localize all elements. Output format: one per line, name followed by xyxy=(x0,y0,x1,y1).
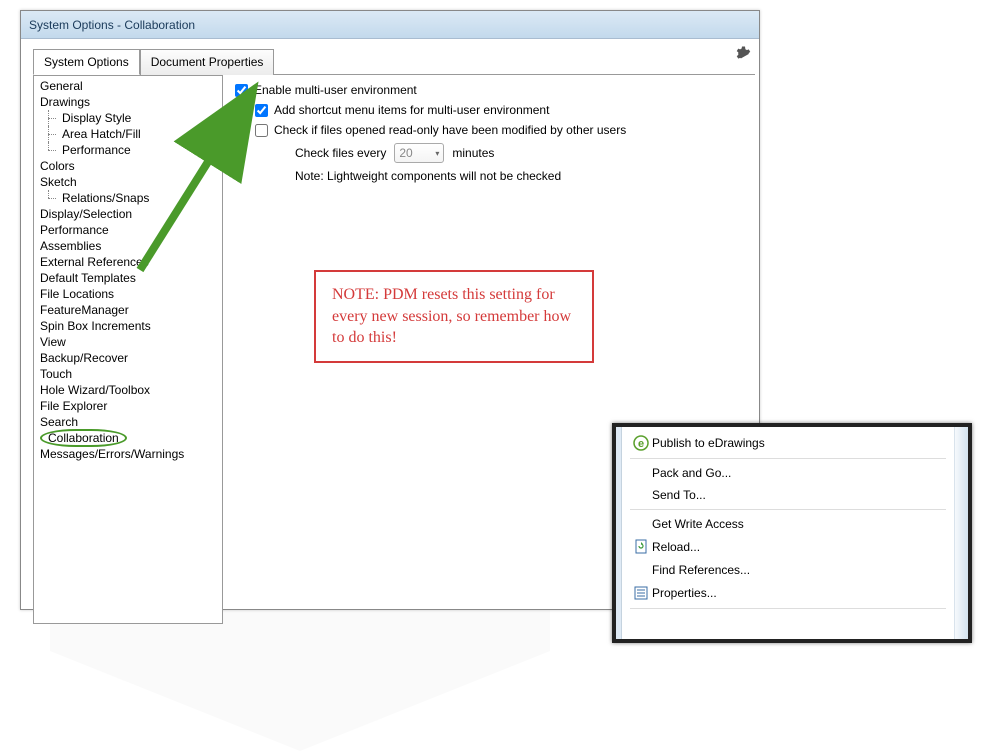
nav-item-spin-box[interactable]: Spin Box Increments xyxy=(34,318,222,334)
nav-item-default-templates[interactable]: Default Templates xyxy=(34,270,222,286)
tab-system-options[interactable]: System Options xyxy=(33,49,140,75)
reload-document-icon xyxy=(630,539,652,555)
nav-item-file-explorer[interactable]: File Explorer xyxy=(34,398,222,414)
label-check-readonly: Check if files opened read-only have bee… xyxy=(274,123,626,137)
menu-separator xyxy=(630,509,946,510)
nav-item-search[interactable]: Search xyxy=(34,414,222,430)
label-enable-multi-user: Enable multi-user environment xyxy=(254,83,417,97)
nav-item-sketch[interactable]: Sketch xyxy=(34,174,222,190)
nav-item-hole-wizard[interactable]: Hole Wizard/Toolbox xyxy=(34,382,222,398)
nav-item-relations-snaps[interactable]: Relations/Snaps xyxy=(34,190,222,206)
svg-text:e: e xyxy=(638,438,644,450)
nav-item-featuremanager[interactable]: FeatureManager xyxy=(34,302,222,318)
checkbox-check-readonly[interactable] xyxy=(255,124,268,137)
tab-row: System Options Document Properties xyxy=(33,49,759,75)
checkbox-enable-multi-user[interactable] xyxy=(235,84,248,97)
edrawings-icon: e xyxy=(630,435,652,451)
tab-document-properties[interactable]: Document Properties xyxy=(140,49,275,75)
menu-item-send-to[interactable]: Send To... xyxy=(622,484,954,506)
menu-item-pack-go[interactable]: Pack and Go... xyxy=(622,462,954,484)
nav-item-drawings[interactable]: Drawings xyxy=(34,94,222,110)
menu-item-reload[interactable]: Reload... xyxy=(622,535,954,559)
properties-icon xyxy=(630,585,652,601)
nav-item-general[interactable]: General xyxy=(34,78,222,94)
nav-item-view[interactable]: View xyxy=(34,334,222,350)
gear-icon[interactable] xyxy=(733,45,751,63)
label-check-every: Check files every xyxy=(295,146,386,160)
annotation-note: NOTE: PDM resets this setting for every … xyxy=(314,270,594,363)
menu-separator xyxy=(630,458,946,459)
label-add-shortcut: Add shortcut menu items for multi-user e… xyxy=(274,103,549,117)
nav-item-backup-recover[interactable]: Backup/Recover xyxy=(34,350,222,366)
nav-item-messages[interactable]: Messages/Errors/Warnings xyxy=(34,446,222,462)
popup-right-edge xyxy=(954,427,968,639)
nav-item-collaboration[interactable]: Collaboration xyxy=(34,430,222,446)
nav-item-performance[interactable]: Performance xyxy=(34,222,222,238)
context-menu-window: e Publish to eDrawings Pack and Go... Se… xyxy=(612,423,972,643)
nav-item-external-references[interactable]: External References xyxy=(34,254,222,270)
nav-item-performance-drawings[interactable]: Performance xyxy=(34,142,222,158)
nav-item-display-style[interactable]: Display Style xyxy=(34,110,222,126)
checkbox-add-shortcut[interactable] xyxy=(255,104,268,117)
menu-item-find-references[interactable]: Find References... xyxy=(622,559,954,581)
nav-item-display-selection[interactable]: Display/Selection xyxy=(34,206,222,222)
dialog-title: System Options - Collaboration xyxy=(29,18,195,32)
nav-item-area-hatch[interactable]: Area Hatch/Fill xyxy=(34,126,222,142)
dialog-titlebar: System Options - Collaboration xyxy=(21,11,759,39)
nav-item-touch[interactable]: Touch xyxy=(34,366,222,382)
nav-tree[interactable]: General Drawings Display Style Area Hatc… xyxy=(33,75,223,624)
label-minutes: minutes xyxy=(452,146,494,160)
menu-item-publish-edrawings[interactable]: e Publish to eDrawings xyxy=(622,431,954,455)
spinner-check-minutes[interactable]: 20 xyxy=(394,143,444,163)
menu-separator xyxy=(630,608,946,609)
label-note-lightweight: Note: Lightweight components will not be… xyxy=(295,169,561,183)
nav-item-assemblies[interactable]: Assemblies xyxy=(34,238,222,254)
nav-item-file-locations[interactable]: File Locations xyxy=(34,286,222,302)
nav-item-colors[interactable]: Colors xyxy=(34,158,222,174)
menu-item-properties[interactable]: Properties... xyxy=(622,581,954,605)
menu-item-get-write-access[interactable]: Get Write Access xyxy=(622,513,954,535)
